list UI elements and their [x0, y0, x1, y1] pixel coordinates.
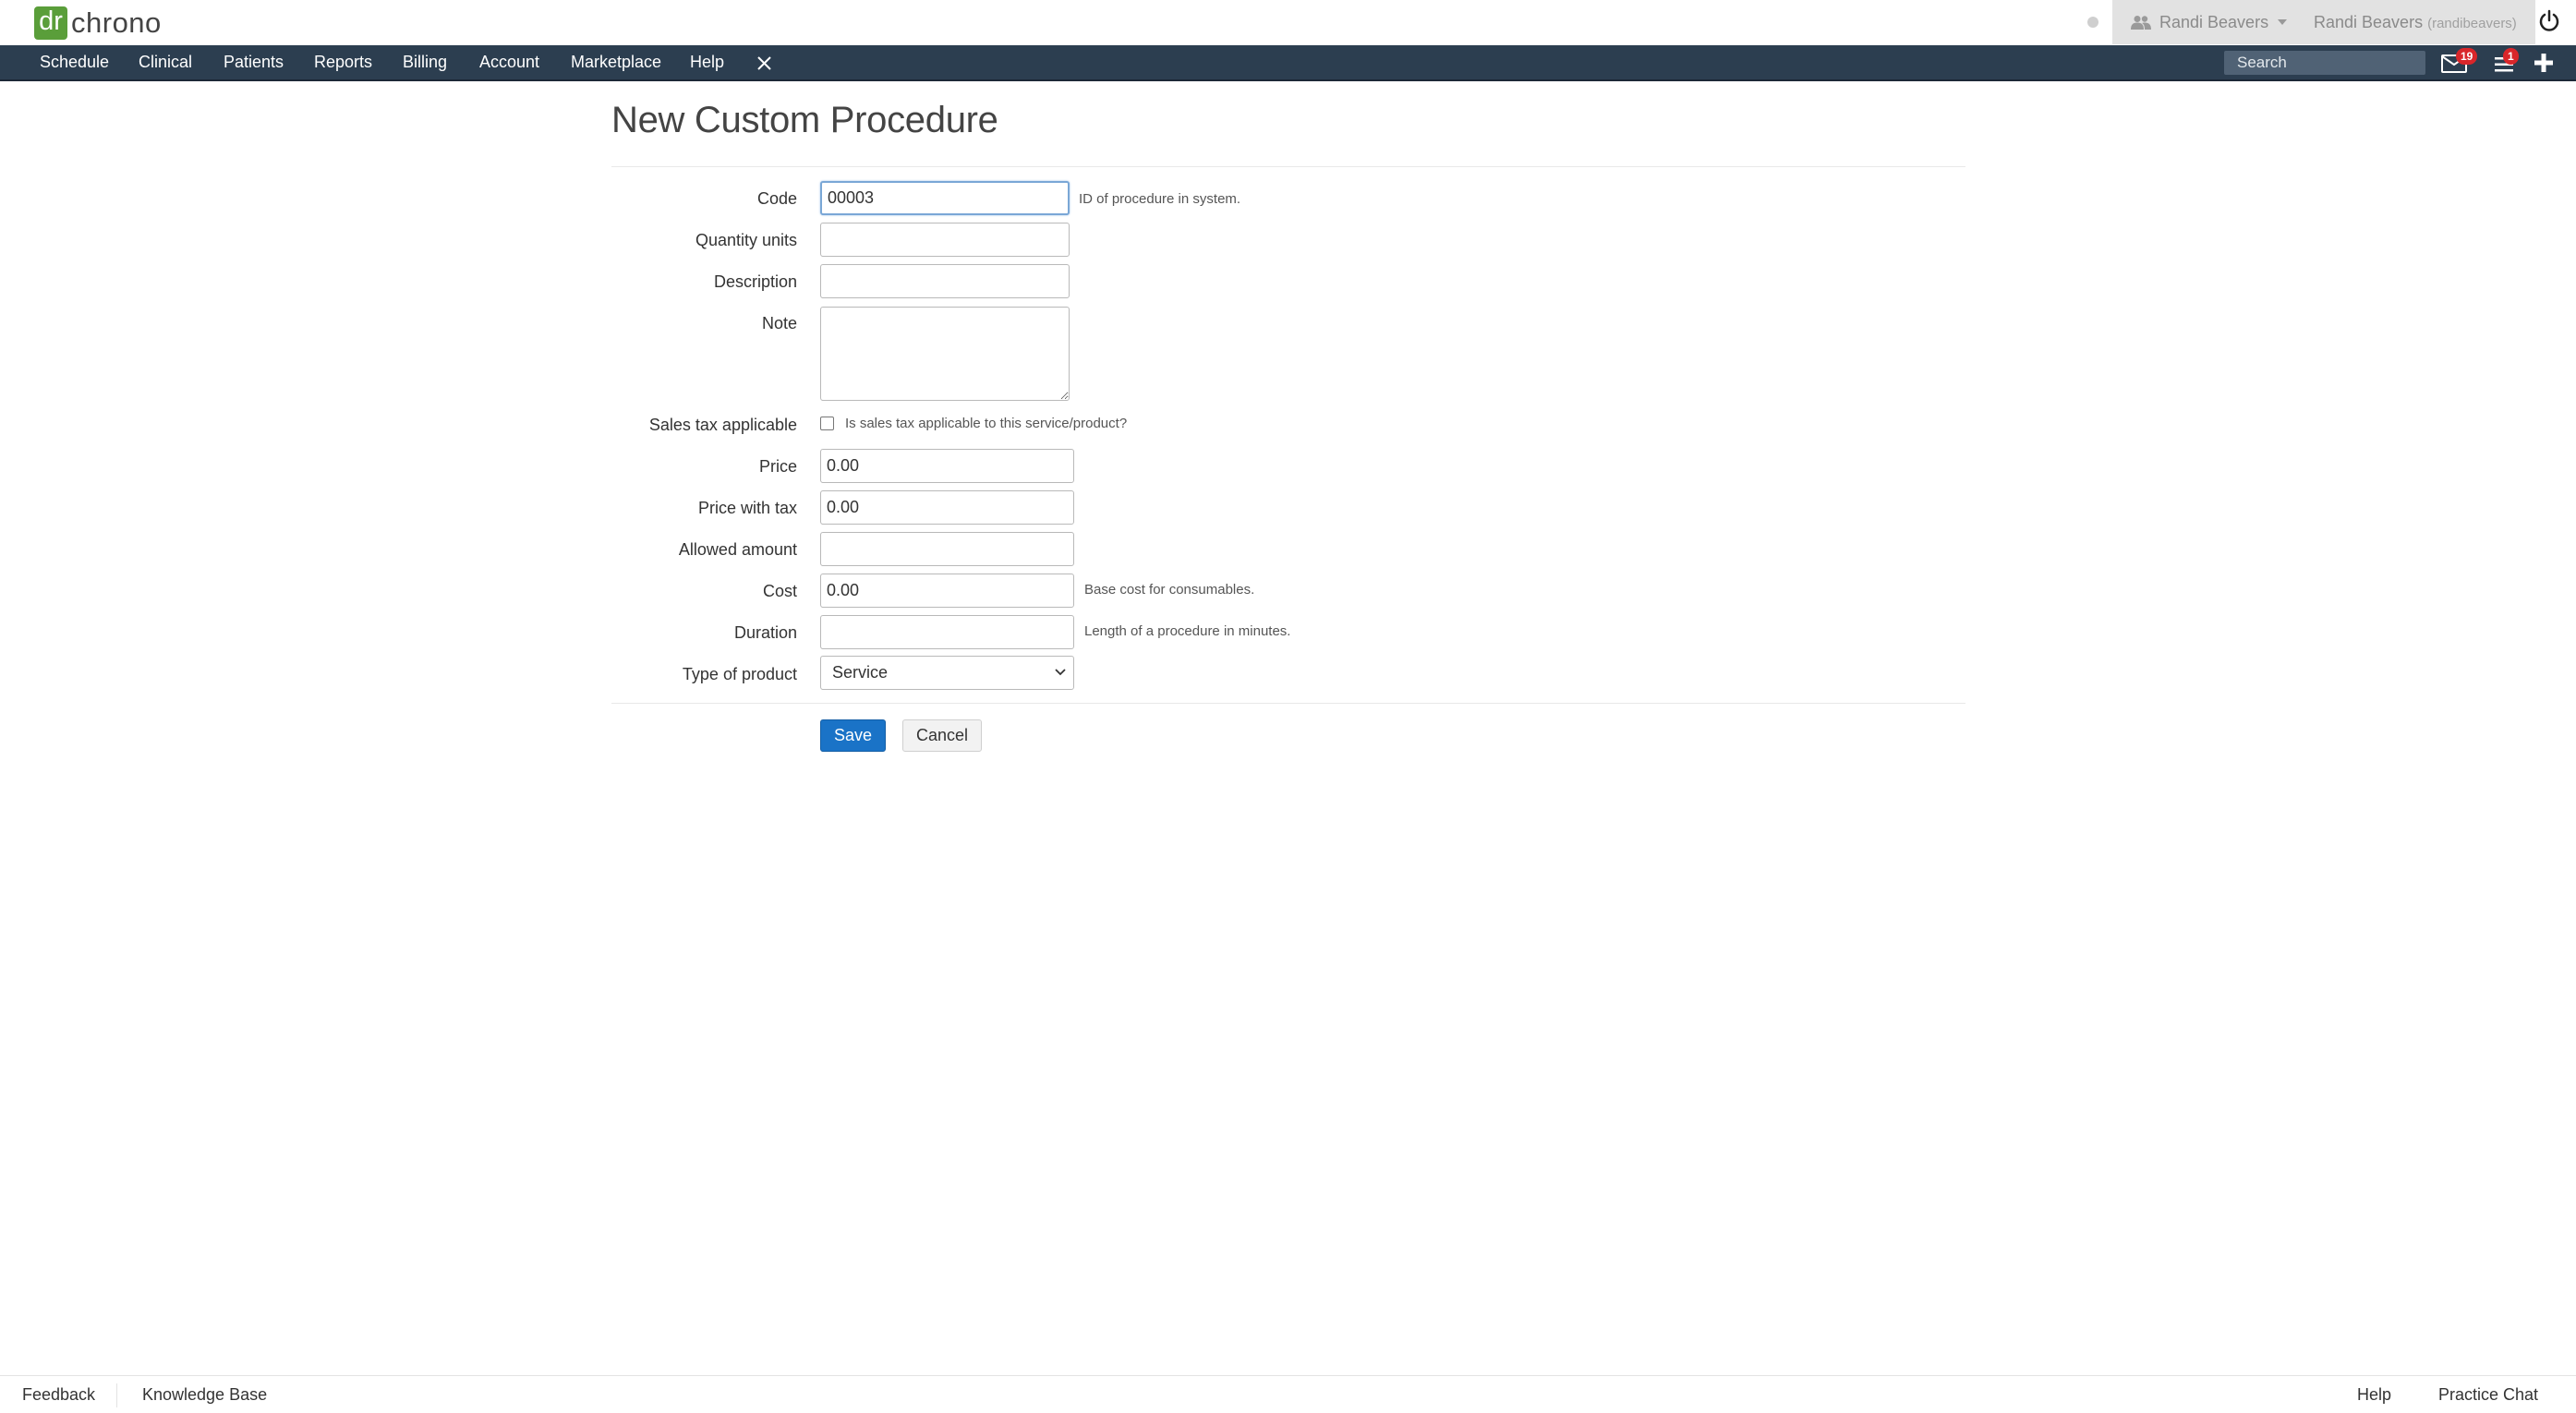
note-textarea[interactable]	[820, 307, 1070, 401]
duration-input[interactable]	[820, 615, 1074, 649]
close-icon[interactable]	[756, 55, 772, 71]
nav-billing[interactable]: Billing	[403, 45, 447, 79]
logo-mark: dr	[34, 6, 67, 40]
type-of-product-select[interactable]: Service	[820, 656, 1074, 690]
search-input[interactable]	[2224, 51, 2425, 75]
allowed-amount-input[interactable]	[820, 532, 1074, 566]
nav-clinical[interactable]: Clinical	[139, 45, 192, 79]
code-label: Code	[756, 189, 797, 208]
user-switcher-name: Randi Beavers	[2159, 12, 2269, 31]
chevron-down-icon	[1055, 669, 1066, 676]
drchrono-logo[interactable]: dr chrono	[34, 6, 162, 40]
people-icon	[2131, 16, 2151, 30]
user-menu: Randi Beavers Randi Beavers (randibeaver…	[2112, 0, 2535, 44]
save-button[interactable]: Save	[820, 719, 886, 752]
divider	[611, 166, 1965, 167]
cost-input[interactable]	[820, 574, 1074, 608]
nav-help[interactable]: Help	[690, 45, 724, 79]
divider	[611, 703, 1965, 704]
description-label: Description	[713, 272, 797, 291]
status-dot-icon	[2087, 17, 2098, 28]
top-header: dr chrono Randi Beavers Randi Beavers (r…	[0, 0, 2576, 45]
feedback-link[interactable]: Feedback	[22, 1376, 95, 1413]
current-username: (randibeavers)	[2427, 15, 2517, 31]
tasks-badge: 1	[2503, 48, 2519, 65]
messages-badge: 19	[2456, 48, 2478, 65]
nav-schedule[interactable]: Schedule	[40, 45, 109, 79]
footer: Feedback Knowledge Base Help Practice Ch…	[0, 1375, 2576, 1413]
quantity-units-label: Quantity units	[695, 231, 797, 249]
knowledge-base-link[interactable]: Knowledge Base	[142, 1376, 267, 1413]
sales-tax-help: Is sales tax applicable to this service/…	[845, 416, 1128, 431]
current-user[interactable]: Randi Beavers (randibeavers)	[2297, 13, 2517, 32]
price-input[interactable]	[820, 449, 1074, 483]
page-title: New Custom Procedure	[611, 100, 998, 140]
user-switcher-dropdown[interactable]: Randi Beavers	[2112, 13, 2297, 32]
main-nav: Schedule Clinical Patients Reports Billi…	[0, 45, 2576, 81]
code-input[interactable]	[820, 181, 1070, 215]
quantity-units-input[interactable]	[820, 223, 1070, 257]
price-with-tax-label: Price with tax	[697, 499, 797, 517]
sales-tax-label: Sales tax applicable	[648, 416, 797, 434]
nav-reports[interactable]: Reports	[314, 45, 372, 79]
note-label: Note	[761, 314, 797, 332]
plus-icon[interactable]	[2534, 53, 2554, 73]
cost-help: Base cost for consumables.	[1084, 582, 1255, 598]
description-input[interactable]	[820, 264, 1070, 298]
type-of-product-value: Service	[832, 663, 889, 682]
allowed-amount-label: Allowed amount	[678, 540, 797, 559]
duration-label: Duration	[733, 623, 797, 642]
cancel-button[interactable]: Cancel	[902, 719, 982, 752]
footer-help-link[interactable]: Help	[2357, 1376, 2391, 1413]
price-with-tax-input[interactable]	[820, 490, 1074, 525]
power-icon[interactable]	[2538, 9, 2560, 33]
caret-down-icon	[2278, 19, 2288, 25]
footer-separator	[116, 1383, 117, 1407]
nav-marketplace[interactable]: Marketplace	[571, 45, 661, 79]
nav-patients[interactable]: Patients	[224, 45, 284, 79]
duration-help: Length of a procedure in minutes.	[1084, 623, 1291, 639]
practice-chat-link[interactable]: Practice Chat	[2438, 1376, 2538, 1413]
logo-text: chrono	[71, 6, 162, 39]
nav-account[interactable]: Account	[479, 45, 539, 79]
price-label: Price	[758, 457, 797, 476]
current-user-name: Randi Beavers	[2314, 12, 2424, 31]
cost-label: Cost	[762, 582, 797, 600]
sales-tax-checkbox[interactable]	[820, 417, 834, 430]
code-help: ID of procedure in system.	[1079, 191, 1241, 207]
type-of-product-label: Type of product	[682, 665, 797, 683]
